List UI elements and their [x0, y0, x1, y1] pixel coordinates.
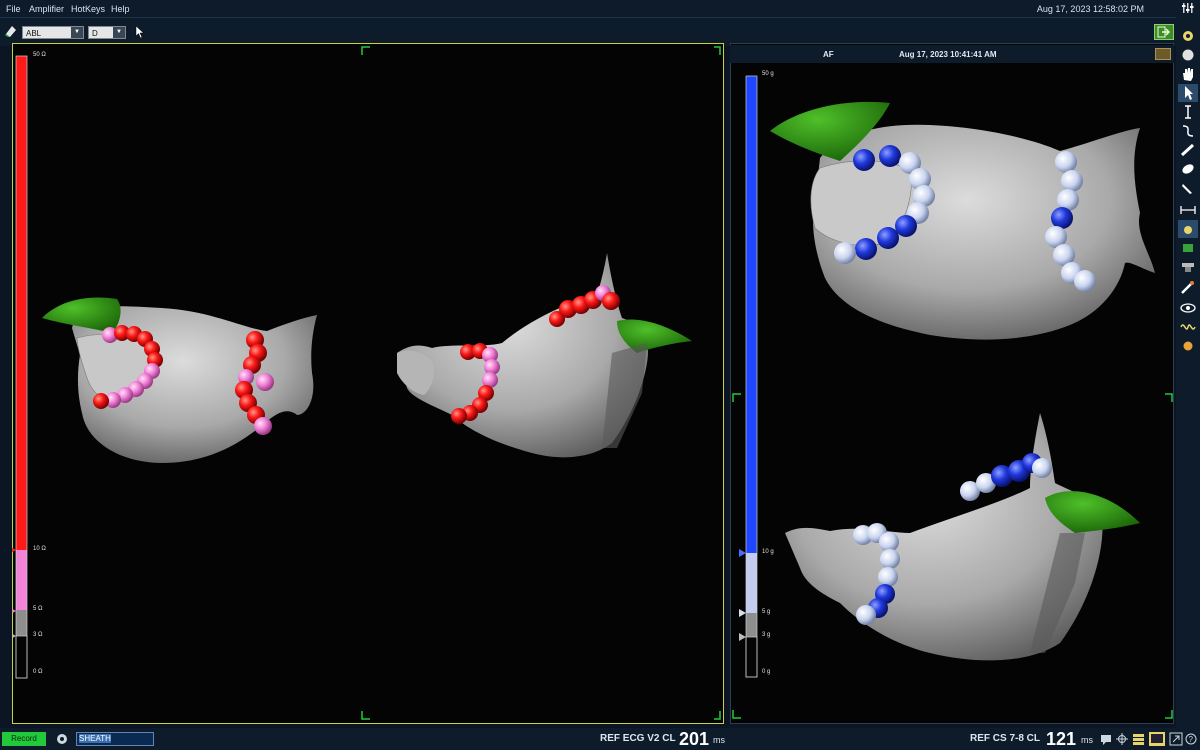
- measure-icon[interactable]: [1178, 201, 1198, 219]
- force-scale-high: [746, 76, 757, 553]
- eye-icon[interactable]: [1178, 299, 1198, 317]
- impedance-scale-low: [16, 610, 27, 636]
- message-icon[interactable]: [1100, 733, 1112, 745]
- right-cl-value: 121: [1046, 729, 1077, 749]
- gear-icon[interactable]: [55, 732, 69, 746]
- layer-icon[interactable]: [1178, 239, 1198, 257]
- menu-bar: File Amplifier HotKeys Help Aug 17, 2023…: [0, 0, 1200, 17]
- sheath-field[interactable]: SHEATH: [76, 732, 154, 746]
- hand-icon[interactable]: [1178, 65, 1198, 83]
- right-cl-unit: ms: [1081, 735, 1093, 745]
- crosshair-icon[interactable]: [1116, 733, 1128, 745]
- monitor-icon[interactable]: [1149, 732, 1165, 746]
- export-icon: [1157, 26, 1171, 38]
- pointer-icon[interactable]: [135, 25, 145, 39]
- left-scale-max-label: 50 Ω: [33, 52, 46, 58]
- right-scale-t3-label: 3 g: [762, 632, 771, 638]
- right-scale-t1-label: 10 g: [762, 549, 774, 555]
- atrium-model-left-a[interactable]: [42, 297, 317, 463]
- force-handle-high[interactable]: [739, 549, 746, 557]
- help-icon[interactable]: ?: [1185, 732, 1197, 746]
- layers-icon[interactable]: [1132, 732, 1145, 746]
- menu-help[interactable]: Help: [111, 4, 130, 14]
- shadow-icon[interactable]: [1178, 258, 1198, 276]
- right-scale-max-label: 50 g: [762, 71, 774, 77]
- curve-icon[interactable]: [1178, 122, 1198, 140]
- eraser-icon[interactable]: [4, 24, 18, 38]
- line-tool-icon[interactable]: [1178, 141, 1198, 159]
- menu-amplifier[interactable]: Amplifier: [29, 4, 64, 14]
- left-cl-value: 201: [679, 729, 710, 749]
- impedance-scale-high: [16, 56, 27, 550]
- atrium-model-left-b[interactable]: [397, 253, 692, 458]
- menu-file[interactable]: File: [6, 4, 21, 14]
- force-handle-mid[interactable]: [739, 609, 746, 617]
- impedance-scale-min: [15, 635, 28, 679]
- force-scale-mid: [746, 553, 757, 613]
- expand-icon[interactable]: [1169, 732, 1183, 746]
- left-scale-t3-label: 3 Ω: [33, 632, 43, 638]
- system-clock: Aug 17, 2023 12:58:02 PM: [1036, 4, 1144, 14]
- right-cl-label: REF CS 7-8 CL: [970, 733, 1041, 744]
- threshold-handle-low[interactable]: [12, 632, 16, 640]
- threshold-handle-high[interactable]: [12, 546, 16, 554]
- left-cl-unit: ms: [713, 735, 725, 745]
- waveform-icon[interactable]: [1178, 318, 1198, 336]
- right-scale-t2-label: 5 g: [762, 609, 771, 615]
- right-scale-min-label: 0 g: [762, 669, 771, 675]
- left-map-canvas[interactable]: [12, 43, 724, 724]
- left-scale-t1-label: 10 Ω: [33, 546, 46, 552]
- select-arrow-icon[interactable]: [1178, 84, 1198, 102]
- force-scale-low: [746, 613, 757, 637]
- catheter-icon[interactable]: [1178, 279, 1198, 297]
- sphere-icon[interactable]: [1178, 46, 1198, 64]
- tag-icon[interactable]: [1178, 220, 1198, 238]
- mixer-icon[interactable]: [1182, 2, 1194, 14]
- impedance-scale-mid: [16, 550, 27, 610]
- map-timestamp: Aug 17, 2023 10:41:41 AM: [899, 50, 997, 59]
- right-viewport-header: AF Aug 17, 2023 10:41:41 AM: [730, 45, 1174, 63]
- tool-strip: [1176, 17, 1200, 750]
- rhythm-label: AF: [823, 50, 834, 59]
- svg-text:?: ?: [1189, 735, 1194, 744]
- threshold-handle-mid[interactable]: [12, 607, 16, 615]
- force-scale-min: [745, 636, 758, 678]
- ellipse-tool-icon[interactable]: [1178, 160, 1198, 178]
- snapshot-thumbnail[interactable]: [1155, 48, 1171, 60]
- atrium-model-right-b[interactable]: [785, 413, 1140, 661]
- export-button[interactable]: [1154, 24, 1174, 40]
- atrium-model-right-a[interactable]: [770, 101, 1155, 340]
- mode-select[interactable]: D ▼: [88, 26, 126, 39]
- left-scale-min-label: 0 Ω: [33, 669, 43, 675]
- lesion-tag-icon[interactable]: [1178, 337, 1198, 355]
- menu-hotkeys[interactable]: HotKeys: [71, 4, 105, 14]
- toolbar: ABL ▼ D ▼: [0, 17, 1200, 46]
- right-map-canvas[interactable]: [730, 63, 1174, 724]
- force-handle-low[interactable]: [739, 633, 746, 641]
- chevron-down-icon: ▼: [71, 27, 83, 38]
- brush-icon[interactable]: [1178, 179, 1198, 197]
- text-cursor-icon[interactable]: [1178, 103, 1198, 121]
- catheter-select[interactable]: ABL ▼: [22, 26, 84, 39]
- left-scale-t2-label: 5 Ω: [33, 606, 43, 612]
- left-cl-label: REF ECG V2 CL: [600, 733, 676, 744]
- chevron-down-icon: ▼: [113, 27, 125, 38]
- record-button[interactable]: Record: [2, 732, 46, 746]
- settings-icon[interactable]: [1178, 27, 1198, 45]
